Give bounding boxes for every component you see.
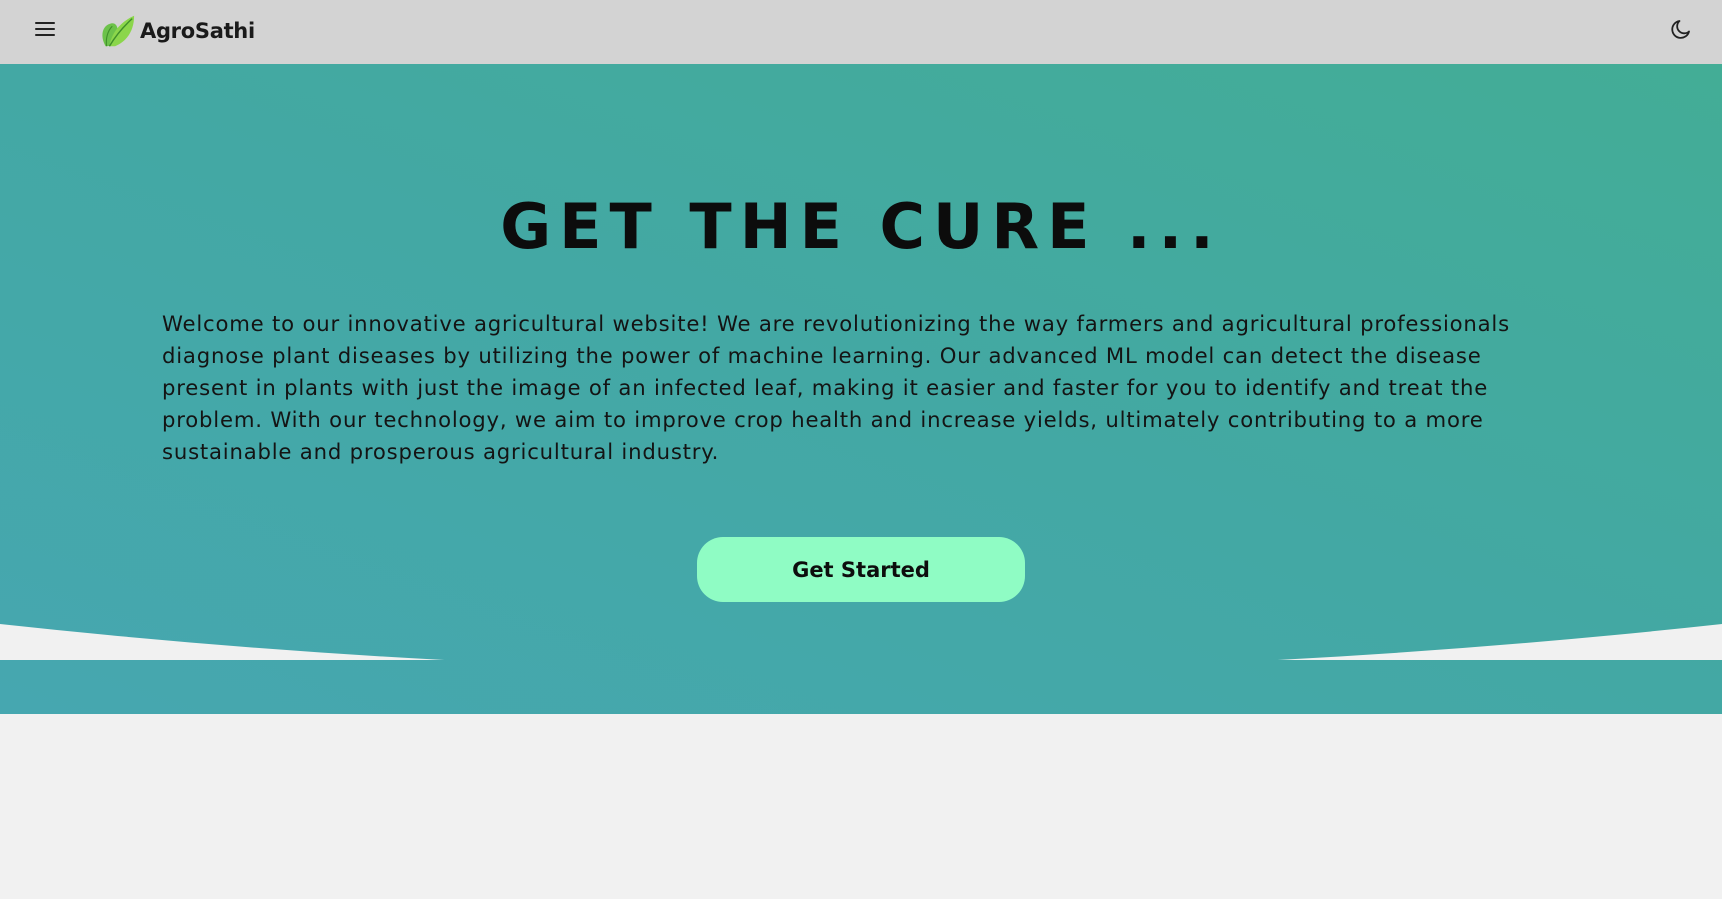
top-navbar: AgroSathi bbox=[0, 0, 1722, 64]
hamburger-menu-icon[interactable] bbox=[30, 14, 60, 44]
hero-bottom-curve bbox=[0, 624, 1722, 660]
moon-icon[interactable] bbox=[1666, 14, 1696, 44]
brand-name: AgroSathi bbox=[140, 19, 255, 43]
menu-bar-line bbox=[35, 28, 55, 30]
menu-bar-line bbox=[35, 34, 55, 36]
leaf-icon bbox=[102, 15, 135, 47]
hero-description: Welcome to our innovative agricultural w… bbox=[162, 311, 1510, 464]
hero-title: GET THE CURE ... bbox=[500, 190, 1222, 263]
dark-mode-moon-glyph bbox=[1671, 20, 1690, 39]
brand-home-link[interactable]: AgroSathi bbox=[98, 12, 255, 50]
menu-bar-line bbox=[35, 22, 55, 24]
